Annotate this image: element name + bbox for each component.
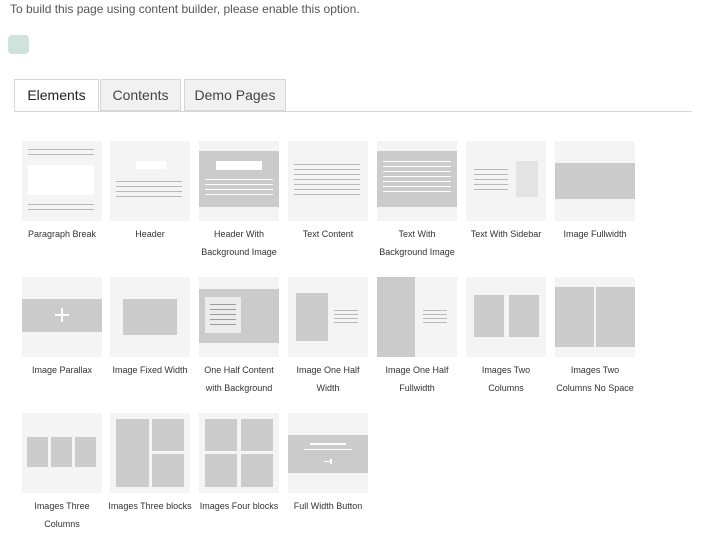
element-tile-full-width-button[interactable]: [288, 413, 368, 493]
tab-demo-pages[interactable]: Demo Pages: [184, 79, 286, 111]
element-tile-images-two-columns[interactable]: [466, 277, 546, 357]
element-label: Image Fullwidth: [563, 229, 627, 239]
element-tile-image-parallax[interactable]: [22, 277, 102, 357]
tab-bar: Elements Contents Demo Pages: [14, 79, 692, 112]
tab-elements[interactable]: Elements: [14, 79, 99, 111]
element-tile-text-with-background-image[interactable]: [377, 141, 457, 221]
element-tile-text-with-sidebar[interactable]: [466, 141, 546, 221]
element-tile-image-fullwidth[interactable]: [555, 141, 635, 221]
element-tile-images-three-columns[interactable]: [22, 413, 102, 493]
element-tile-image-fixed-width[interactable]: [110, 277, 190, 357]
element-tile-text-content[interactable]: [288, 141, 368, 221]
element-tile-images-three-blocks[interactable]: [110, 413, 190, 493]
content-builder-toggle[interactable]: [8, 35, 29, 54]
element-tile-paragraph-break[interactable]: [22, 141, 102, 221]
element-tile-image-one-half-width[interactable]: [288, 277, 368, 357]
element-tile-image-one-half-fullwidth[interactable]: [377, 277, 457, 357]
element-tile-header-with-background-image[interactable]: [199, 141, 279, 221]
element-label: Full Width Button: [293, 501, 363, 511]
tab-contents[interactable]: Contents: [100, 79, 181, 111]
element-label: Images Two Columns No Space: [556, 365, 634, 393]
element-tile-images-four-blocks[interactable]: [199, 413, 279, 493]
element-tile-header[interactable]: [110, 141, 190, 221]
element-tile-images-two-columns-no-space[interactable]: [555, 277, 635, 357]
enable-notice: To build this page using content builder…: [10, 2, 360, 16]
element-tile-one-half-content-with-background[interactable]: [199, 277, 279, 357]
